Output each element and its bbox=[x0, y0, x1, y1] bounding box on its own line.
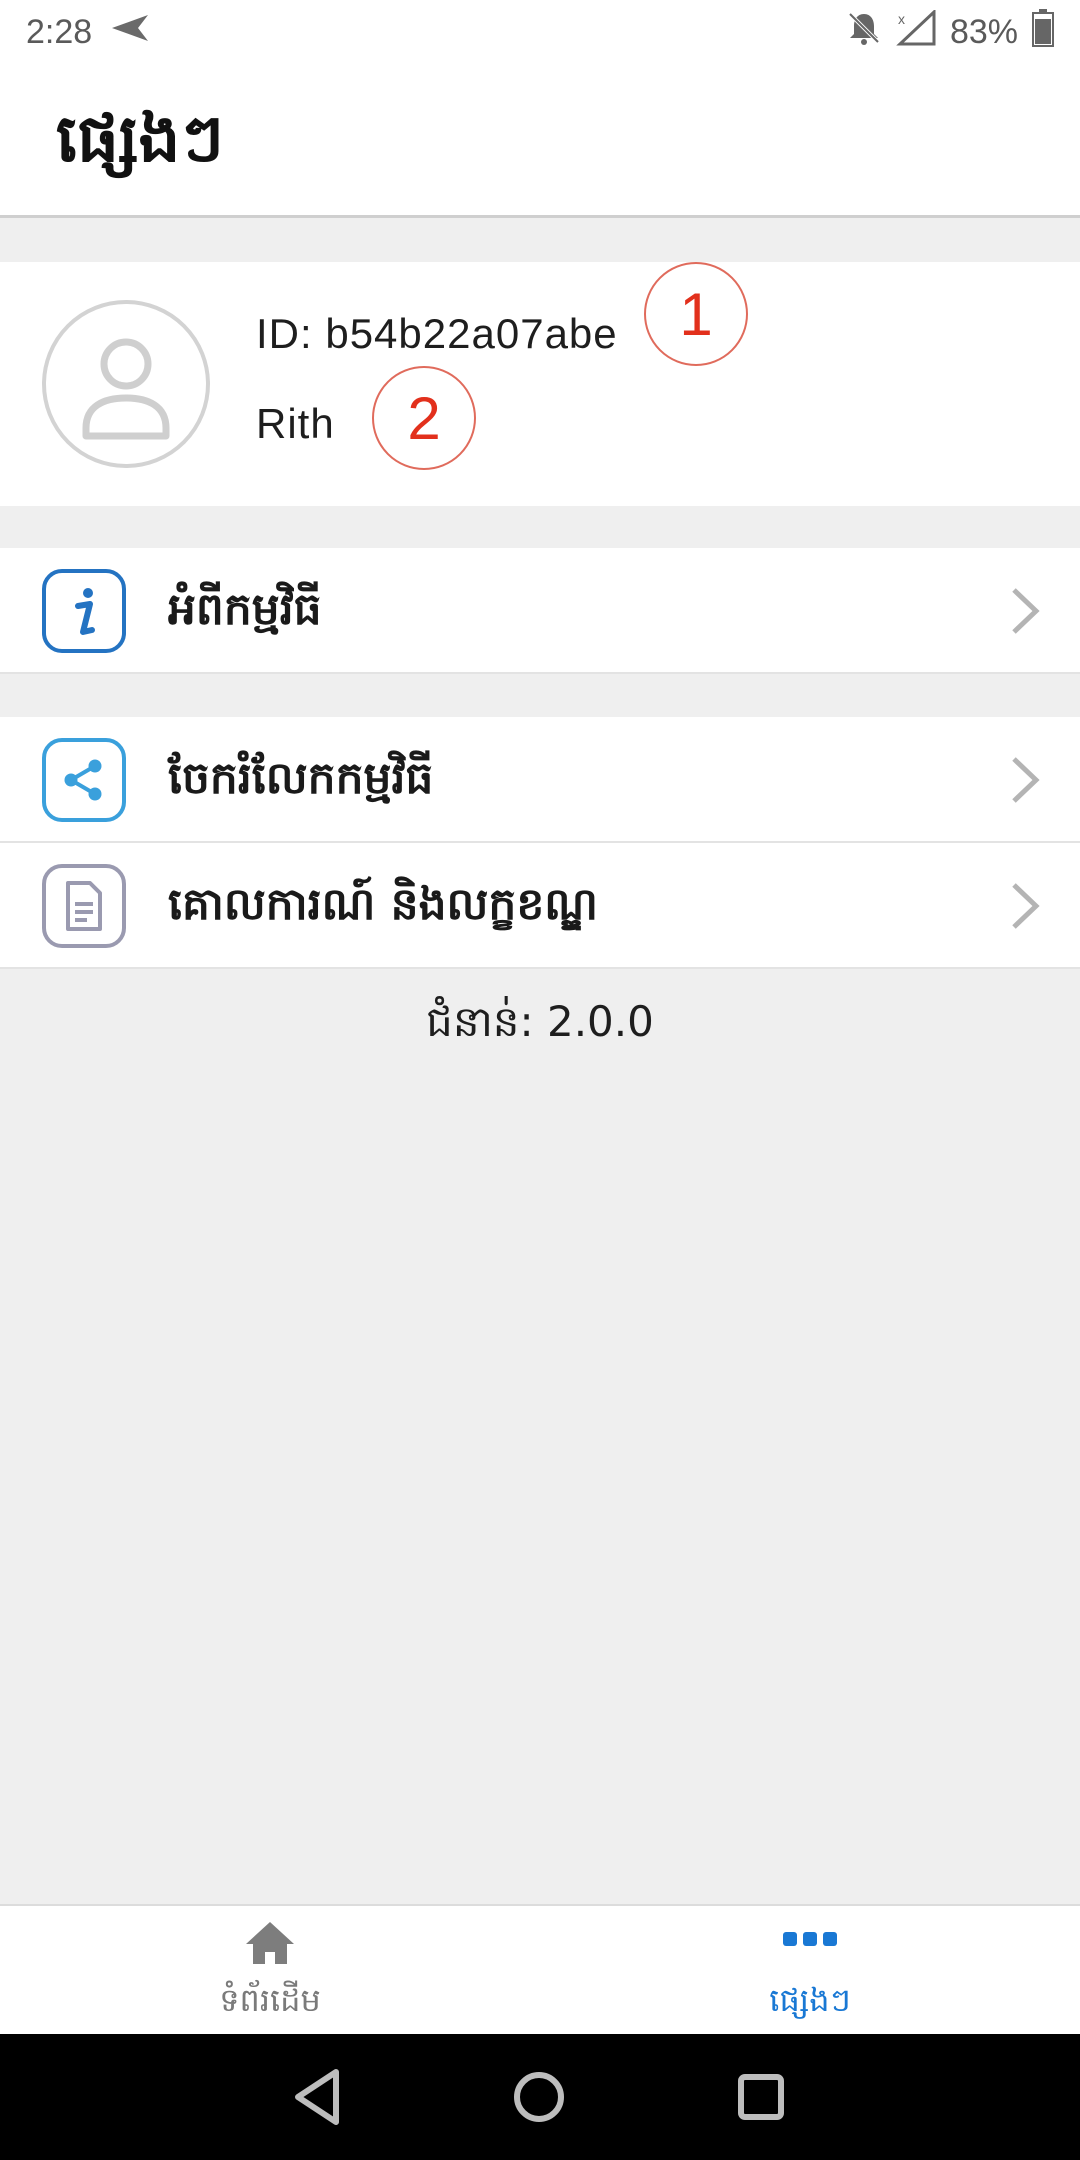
screen: 2:28 x 83% ផ្សេងៗ ID: b54b22a07abe Rith … bbox=[0, 0, 1080, 2160]
info-icon bbox=[42, 569, 126, 653]
page-title: ផ្សេងៗ bbox=[56, 100, 224, 177]
tab-more-label: ផ្សេងៗ bbox=[769, 1981, 851, 2019]
system-nav-bar bbox=[0, 2034, 1080, 2160]
profile-card: ID: b54b22a07abe Rith 1 2 bbox=[0, 262, 1080, 506]
svg-text:x: x bbox=[898, 11, 905, 27]
chevron-right-icon bbox=[1012, 883, 1040, 929]
menu-item-share[interactable]: ចែករំលែកកម្មវិធី bbox=[0, 717, 1080, 843]
tab-home-label: ទំព័រដើម bbox=[219, 1981, 321, 2019]
share-icon bbox=[42, 738, 126, 822]
version-text: ជំនាន់: 2.0.0 bbox=[426, 997, 654, 1046]
chevron-right-icon bbox=[1012, 588, 1040, 634]
tab-more[interactable]: ផ្សេងៗ bbox=[540, 1906, 1080, 2034]
menu-label-share: ចែករំលែកកម្មវិធី bbox=[168, 753, 434, 804]
app-header: ផ្សេងៗ bbox=[0, 64, 1080, 218]
chevron-right-icon bbox=[1012, 757, 1040, 803]
more-icon bbox=[783, 1932, 837, 1946]
bottom-nav: ទំព័រដើម ផ្សេងៗ bbox=[0, 1904, 1080, 2034]
annotation-badge-1: 1 bbox=[644, 262, 748, 366]
user-icon bbox=[82, 338, 170, 440]
send-icon bbox=[110, 13, 150, 52]
menu-item-about[interactable]: អំពីកម្មវិធី bbox=[0, 548, 1080, 674]
home-circle-icon[interactable] bbox=[506, 2064, 572, 2130]
user-name: Rith bbox=[256, 400, 335, 447]
no-signal-icon: x bbox=[896, 8, 936, 55]
battery-icon bbox=[1032, 8, 1054, 56]
back-icon[interactable] bbox=[286, 2064, 352, 2130]
menu-item-policy[interactable]: គោលការណ៍ និងលក្ខខណ្ឌ bbox=[0, 843, 1080, 969]
status-time: 2:28 bbox=[26, 12, 93, 51]
battery-percent: 83% bbox=[949, 12, 1018, 51]
avatar[interactable] bbox=[42, 300, 210, 468]
user-id: ID: b54b22a07abe bbox=[256, 310, 618, 357]
home-icon bbox=[246, 1922, 294, 1964]
menu-label-about: អំពីកម្មវិធី bbox=[168, 584, 322, 635]
annotation-badge-2: 2 bbox=[372, 366, 476, 470]
status-bar: 2:28 x 83% bbox=[0, 0, 1080, 64]
document-icon bbox=[42, 864, 126, 948]
recents-icon[interactable] bbox=[728, 2064, 794, 2130]
tab-home[interactable]: ទំព័រដើម bbox=[0, 1906, 540, 2034]
bell-off-icon bbox=[846, 10, 882, 55]
menu-label-policy: គោលការណ៍ និងលក្ខខណ្ឌ bbox=[168, 879, 598, 930]
